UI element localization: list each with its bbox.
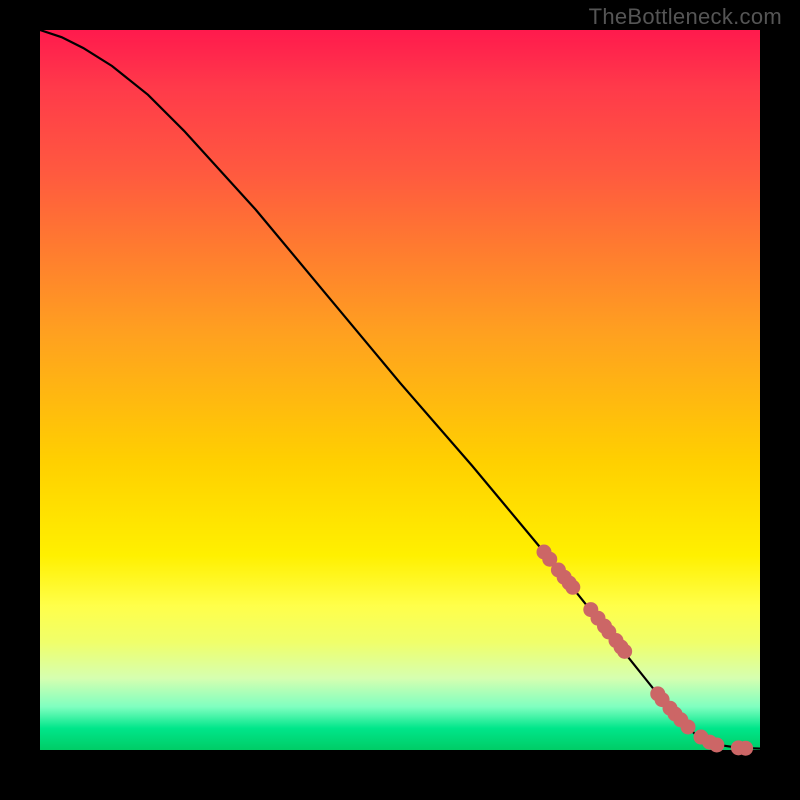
highlight-dot: [738, 741, 753, 756]
highlight-dot: [709, 737, 724, 752]
chart-svg: [40, 30, 760, 750]
highlight-dot: [617, 644, 632, 659]
curve-line: [40, 30, 760, 749]
highlight-dots: [537, 545, 754, 756]
highlight-dot: [565, 580, 580, 595]
highlight-dot: [681, 719, 696, 734]
chart-container: TheBottleneck.com: [0, 0, 800, 800]
plot-area: [40, 30, 760, 750]
watermark-text: TheBottleneck.com: [589, 4, 782, 30]
